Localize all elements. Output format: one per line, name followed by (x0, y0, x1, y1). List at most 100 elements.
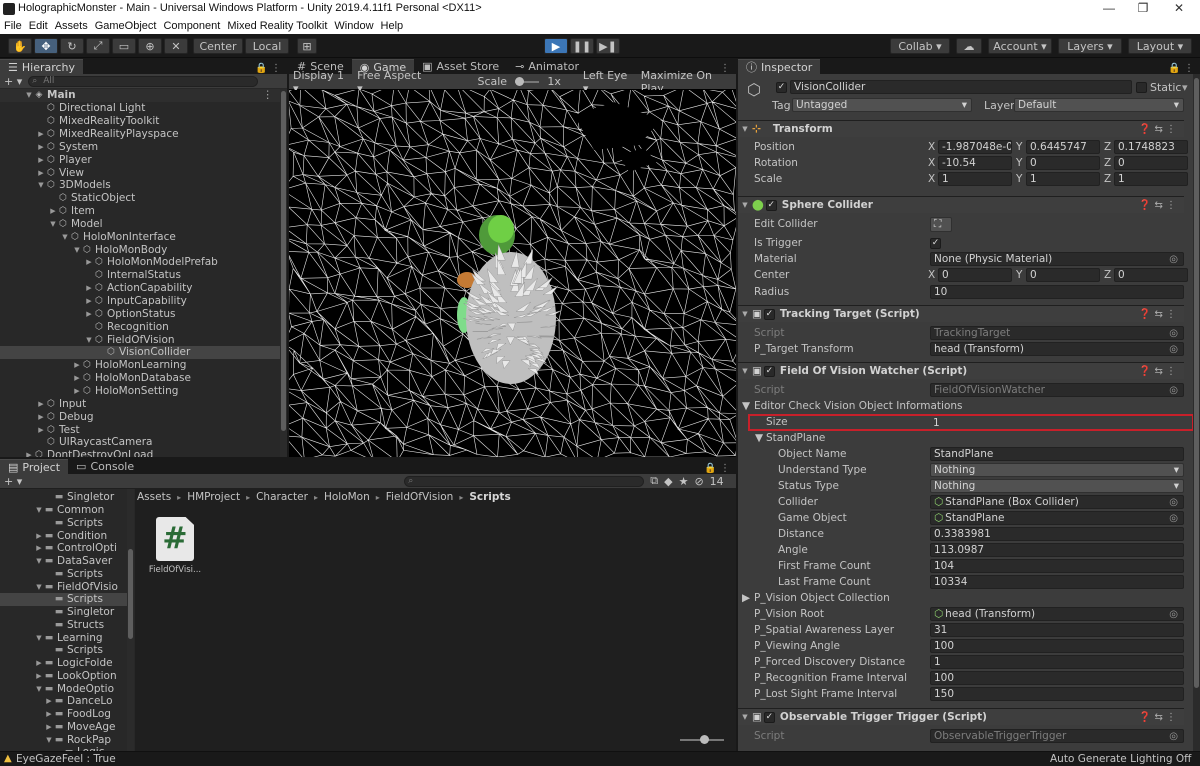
hierarchy-item[interactable]: ⬡ Directional Light (0, 102, 280, 115)
breadcrumb-item[interactable]: Scripts (469, 491, 510, 503)
hierarchy-item[interactable]: ⬡ MixedRealityToolkit (0, 115, 280, 128)
fold-arrow-icon[interactable]: ▶ (84, 297, 94, 305)
folder-fold-icon[interactable]: ▶ (44, 723, 54, 731)
layers-dropdown[interactable]: Layers ▾ (1058, 38, 1122, 54)
hierarchy-item[interactable]: ▶ ⬡ HoloMonDatabase (0, 372, 280, 385)
project-folder-item[interactable]: ▼ ▬ ModeOptio (0, 682, 127, 695)
material-field[interactable]: None (Physic Material) (930, 252, 1184, 266)
hierarchy-item[interactable]: ▶ ⬡ InputCapability (0, 295, 280, 308)
rotation-x-field[interactable]: -10.54 (938, 156, 1012, 170)
edit-collider-button[interactable]: ⛶ (930, 216, 952, 232)
vision-collection-row[interactable]: ▶ P_Vision Object Collection (738, 590, 1184, 606)
vision-collection-fold-icon[interactable]: ▶ (742, 592, 750, 604)
hierarchy-item[interactable]: ⬡ InternalStatus (0, 269, 280, 282)
project-folder-item[interactable]: ▬ Scripts (0, 644, 127, 657)
breadcrumb-item[interactable]: HMProject (187, 491, 240, 503)
transform-component-header[interactable]: ▼ ⊹ Transform ❓ ⇆ ⋮ (738, 120, 1184, 137)
hierarchy-item[interactable]: ▶ ⬡ HoloMonSetting (0, 385, 280, 398)
fold-arrow-icon[interactable]: ▶ (24, 451, 34, 457)
fold-arrow-icon[interactable]: ▶ (84, 284, 94, 292)
menu-item-assets[interactable]: Assets (55, 20, 88, 32)
fold-arrow-icon[interactable]: ▼ (60, 233, 70, 241)
static-checkbox[interactable] (1136, 82, 1147, 93)
scale-slider[interactable] (515, 76, 540, 86)
hierarchy-item[interactable]: ▼ ⬡ FieldOfVision (0, 333, 280, 346)
rotation-z-field[interactable]: 0 (1114, 156, 1188, 170)
fold-arrow-icon[interactable]: ▶ (36, 426, 46, 434)
project-folder-item[interactable]: ▼ ▬ RockPap (0, 733, 127, 746)
hierarchy-item[interactable]: ⬡ UIRaycastCamera (0, 436, 280, 449)
object-picker-icon[interactable]: ◎ (1169, 609, 1178, 620)
folder-fold-icon[interactable]: ▶ (34, 659, 44, 667)
enum-dropdown[interactable]: Nothing ▾ (930, 463, 1184, 477)
tracking-target-header[interactable]: ▼ ▣ ✓ Tracking Target (Script) ❓ ⇆ ⋮ (738, 305, 1184, 322)
icon-size-slider[interactable] (680, 735, 724, 744)
folder-fold-icon[interactable]: ▶ (44, 710, 54, 718)
rotate-tool-icon[interactable]: ↻ (60, 38, 84, 54)
game-view[interactable] (289, 90, 736, 457)
collab-button[interactable]: Collab ▾ (890, 38, 950, 54)
value-field[interactable]: 31 (930, 623, 1184, 637)
menu-item-window[interactable]: Window (334, 20, 373, 32)
standplane-fold-icon[interactable]: ▼ (755, 432, 763, 444)
folder-fold-icon[interactable]: ▼ (34, 634, 44, 642)
enum-dropdown[interactable]: Nothing ▾ (930, 479, 1184, 493)
hierarchy-item[interactable]: ⬡ StaticObject (0, 192, 280, 205)
scene-fold-icon[interactable]: ▼ (24, 91, 34, 99)
hierarchy-item[interactable]: ▶ ⬡ Item (0, 205, 280, 218)
project-folder-item[interactable]: ▼ ▬ Common (0, 504, 127, 517)
project-folder-item[interactable]: ▶ ▬ LookOption (0, 670, 127, 683)
folder-fold-icon[interactable]: ▼ (34, 506, 44, 514)
menu-item-component[interactable]: Component (163, 20, 220, 32)
hierarchy-item[interactable]: ⬡ VisionCollider (0, 346, 280, 359)
project-folder-item[interactable]: ▼ ▬ FieldOfVisio (0, 580, 127, 593)
filter-by-type-icon[interactable]: ⧉ (650, 474, 658, 488)
standplane-row[interactable]: ▼ StandPlane (738, 430, 1184, 446)
minimize-button[interactable]: — (1094, 1, 1124, 15)
project-folder-item[interactable]: ▼ ▬ DataSaver (0, 555, 127, 568)
fold-arrow-icon[interactable]: ▶ (36, 130, 46, 138)
hierarchy-item[interactable]: ⬡ Recognition (0, 320, 280, 333)
transform-tool-icon[interactable]: ⊕ (138, 38, 162, 54)
menu-item-gameobject[interactable]: GameObject (95, 20, 157, 32)
observable-enabled-checkbox[interactable]: ✓ (763, 711, 775, 723)
fold-arrow-icon[interactable]: ▶ (84, 310, 94, 318)
sphere-menu-icon[interactable]: ❓ ⇆ ⋮ (1139, 200, 1176, 211)
favorite-icon[interactable]: ★ (679, 475, 689, 488)
fold-arrow-icon[interactable]: ▼ (72, 246, 82, 254)
folder-fold-icon[interactable]: ▼ (34, 583, 44, 591)
layout-dropdown[interactable]: Layout ▾ (1128, 38, 1192, 54)
object-field[interactable]: ⬡ head (Transform) (930, 607, 1184, 621)
tab-project[interactable]: ▤ Project (0, 459, 69, 474)
fov-fold-icon[interactable]: ▼ (738, 367, 752, 375)
object-picker-icon[interactable]: ◎ (1169, 513, 1178, 524)
radius-field[interactable]: 10 (930, 285, 1184, 299)
scene-row[interactable]: ▼ ◈ Main ⋮ (0, 89, 287, 102)
project-search-input[interactable]: ⌕ (404, 475, 645, 487)
pivot-center-button[interactable]: Center (193, 38, 243, 54)
project-panel-menu-icon[interactable]: 🔒 ⋮ (704, 463, 736, 474)
hierarchy-item[interactable]: ▶ ⬡ MixedRealityPlayspace (0, 128, 280, 141)
hierarchy-item[interactable]: ▶ ⬡ System (0, 140, 280, 153)
scale-y-field[interactable]: 1 (1026, 172, 1100, 186)
tab-console[interactable]: ▭ Console (68, 459, 142, 474)
hand-tool-icon[interactable]: ✋ (8, 38, 32, 54)
folder-fold-icon[interactable]: ▶ (44, 697, 54, 705)
fov-enabled-checkbox[interactable]: ✓ (763, 365, 775, 377)
static-dropdown-icon[interactable]: ▾ (1182, 81, 1188, 94)
folder-fold-icon[interactable]: ▶ (34, 672, 44, 680)
fold-arrow-icon[interactable]: ▶ (36, 169, 46, 177)
project-folder-item[interactable]: ▶ ▬ FoodLog (0, 708, 127, 721)
project-tree-scrollbar[interactable] (127, 489, 134, 751)
tab-asset-store[interactable]: ▣ Asset Store (414, 59, 507, 74)
close-button[interactable]: ✕ (1164, 1, 1194, 15)
breadcrumb-item[interactable]: Assets (137, 491, 171, 503)
fold-arrow-icon[interactable]: ▶ (72, 361, 82, 369)
component-menu-icon[interactable]: ❓ ⇆ ⋮ (1139, 124, 1176, 135)
hierarchy-item[interactable]: ▶ ⬡ View (0, 166, 280, 179)
check-vision-fold-icon[interactable]: ▼ (742, 400, 750, 412)
object-name-field[interactable]: VisionCollider (790, 80, 1132, 94)
hierarchy-item[interactable]: ▶ ⬡ DontDestroyOnLoad (0, 449, 280, 457)
position-x-field[interactable]: -1.987048e-08 (938, 140, 1012, 154)
asset-item[interactable]: # FieldOfVisi... (148, 517, 202, 583)
